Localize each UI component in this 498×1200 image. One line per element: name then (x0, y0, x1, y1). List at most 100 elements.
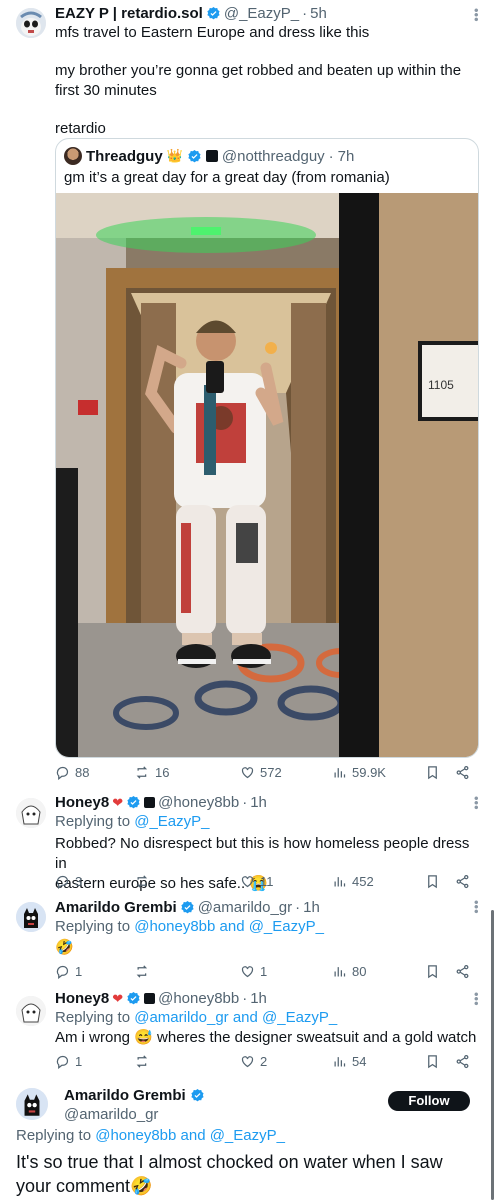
quote-avatar[interactable] (64, 147, 82, 165)
avatar[interactable] (16, 996, 46, 1026)
views-button[interactable]: 59.9K (332, 765, 386, 780)
like-button[interactable]: 2 (240, 1054, 267, 1069)
repost-icon (136, 964, 148, 978)
scrollbar[interactable] (491, 910, 494, 1200)
tweet-header: Honey8 ❤ @honey8bb · 1h (55, 989, 267, 1008)
tweet-header: EAZY P | retardio.sol @_EazyP_ · 5h (55, 4, 327, 23)
bookmark-button[interactable] (425, 964, 440, 979)
author-handle[interactable]: @honey8bb (158, 793, 239, 812)
reply-button[interactable]: 1 (55, 1054, 82, 1069)
quote-author-handle[interactable]: @notthreadguy (222, 148, 325, 165)
author-name[interactable]: Honey8 (55, 793, 109, 812)
quote-header: Threadguy 👑 @notthreadguy · 7h (64, 147, 354, 165)
share-icon (456, 765, 469, 779)
reply-button[interactable]: 88 (55, 765, 89, 780)
repost-icon (136, 1054, 148, 1068)
avatar[interactable] (16, 8, 46, 38)
reply-icon (56, 965, 69, 979)
replying-to-link[interactable]: @honey8bb and @_EazyP_ (95, 1127, 285, 1144)
like-button[interactable]: 572 (240, 765, 282, 780)
like-button[interactable]: 11 (240, 874, 274, 889)
reply-count: 1 (75, 963, 83, 979)
share-button[interactable] (455, 964, 470, 979)
heart-icon (241, 965, 254, 977)
like-count: 1 (260, 963, 268, 979)
affiliate-icon (144, 993, 156, 1004)
bookmark-button[interactable] (425, 1054, 440, 1069)
share-button[interactable] (455, 1054, 470, 1069)
author-handle[interactable]: @honey8bb (158, 989, 239, 1008)
more-options-icon[interactable]: ••• (469, 992, 484, 1006)
tweet-actions: 3 11 452 (55, 872, 475, 890)
main-tweet[interactable]: EAZY P | retardio.sol @_EazyP_ · 5h mfs … (0, 0, 498, 790)
share-button[interactable] (455, 765, 470, 780)
reply-button[interactable]: 1 (55, 964, 82, 979)
bookmark-icon (428, 1054, 437, 1068)
more-options-icon[interactable]: ••• (469, 796, 484, 810)
quote-photo[interactable]: 1105 (56, 193, 478, 757)
reply-count: 1 (75, 1053, 83, 1069)
tweet-text-line: 🤣 (55, 939, 74, 956)
like-count: 572 (260, 764, 282, 780)
like-count: 11 (260, 873, 274, 889)
tweet-text-line: first 30 minutes (55, 82, 157, 99)
author-handle[interactable]: @amarildo_gr (64, 1105, 205, 1124)
replying-to: Replying to @honey8bb and @_EazyP_ (55, 918, 324, 935)
author-name[interactable]: Amarildo Grembi (55, 898, 177, 917)
quote-time[interactable]: 7h (338, 148, 355, 165)
author-handle[interactable]: @_EazyP_ (224, 4, 299, 23)
tweet-time[interactable]: 1h (303, 898, 320, 917)
bookmark-button[interactable] (425, 874, 440, 889)
more-options-icon[interactable]: ••• (469, 8, 484, 22)
quoted-tweet[interactable]: Threadguy 👑 @notthreadguy · 7h gm it’s a… (55, 138, 479, 758)
replying-to-link[interactable]: @honey8bb and @_EazyP_ (134, 918, 324, 935)
views-chart-icon (334, 767, 346, 777)
tweet-text-line: It's so true that I almost chocked on wa… (16, 1152, 443, 1172)
repost-button[interactable]: 16 (135, 765, 169, 780)
author-name[interactable]: Amarildo Grembi (64, 1086, 186, 1105)
avatar[interactable] (16, 798, 46, 828)
reply-tweet[interactable]: Honey8 ❤ @honey8bb · 1h Replying to @_Ea… (0, 790, 498, 894)
like-button[interactable]: 1 (240, 964, 267, 979)
replying-to-link[interactable]: @amarildo_gr and @_EazyP_ (134, 1009, 337, 1026)
bookmark-icon (428, 874, 437, 888)
avatar[interactable] (16, 902, 46, 932)
quote-author-name[interactable]: Threadguy (86, 148, 163, 165)
views-button[interactable]: 452 (332, 874, 374, 889)
reply-tweet[interactable]: Honey8 ❤ @honey8bb · 1h Replying to @ama… (0, 986, 498, 1078)
views-button[interactable]: 54 (332, 1054, 366, 1069)
verified-badge-icon (207, 6, 220, 20)
tweet-header: Amarildo Grembi @amarildo_gr · 1h (55, 898, 320, 917)
follow-button[interactable]: Follow (388, 1091, 470, 1111)
tweet-time[interactable]: 1h (250, 989, 267, 1008)
views-button[interactable]: 80 (332, 964, 366, 979)
tweet-time[interactable]: 5h (310, 4, 327, 23)
views-count: 54 (352, 1053, 367, 1069)
author-name[interactable]: EAZY P | retardio.sol (55, 4, 203, 23)
tweet-text-line: my brother you’re gonna get robbed and b… (55, 62, 462, 79)
reply-count: 88 (75, 764, 90, 780)
verified-badge-icon (191, 1088, 204, 1102)
repost-icon (136, 765, 148, 779)
tweet-actions: 1 2 54 (55, 1052, 475, 1070)
replying-to-link[interactable]: @_EazyP_ (134, 813, 209, 830)
views-chart-icon (334, 876, 346, 886)
more-options-icon[interactable]: ••• (469, 900, 484, 914)
repost-button[interactable] (135, 964, 155, 979)
repost-button[interactable] (135, 1054, 155, 1069)
verified-badge-icon (181, 900, 194, 914)
repost-icon (136, 874, 148, 888)
bookmark-button[interactable] (425, 765, 440, 780)
repost-button[interactable] (135, 874, 155, 889)
reply-icon (56, 875, 69, 889)
tweet-header: Honey8 ❤ @honey8bb · 1h (55, 793, 267, 812)
author-handle[interactable]: @amarildo_gr (198, 898, 292, 917)
share-button[interactable] (455, 874, 470, 889)
affiliate-icon (205, 150, 218, 162)
avatar[interactable] (16, 1088, 48, 1120)
reply-tweet[interactable]: Amarildo Grembi @amarildo_gr · 1h Replyi… (0, 894, 498, 986)
tweet-time[interactable]: 1h (250, 793, 267, 812)
heart-icon (241, 766, 254, 778)
reply-button[interactable]: 3 (55, 874, 82, 889)
author-name[interactable]: Honey8 (55, 989, 109, 1008)
